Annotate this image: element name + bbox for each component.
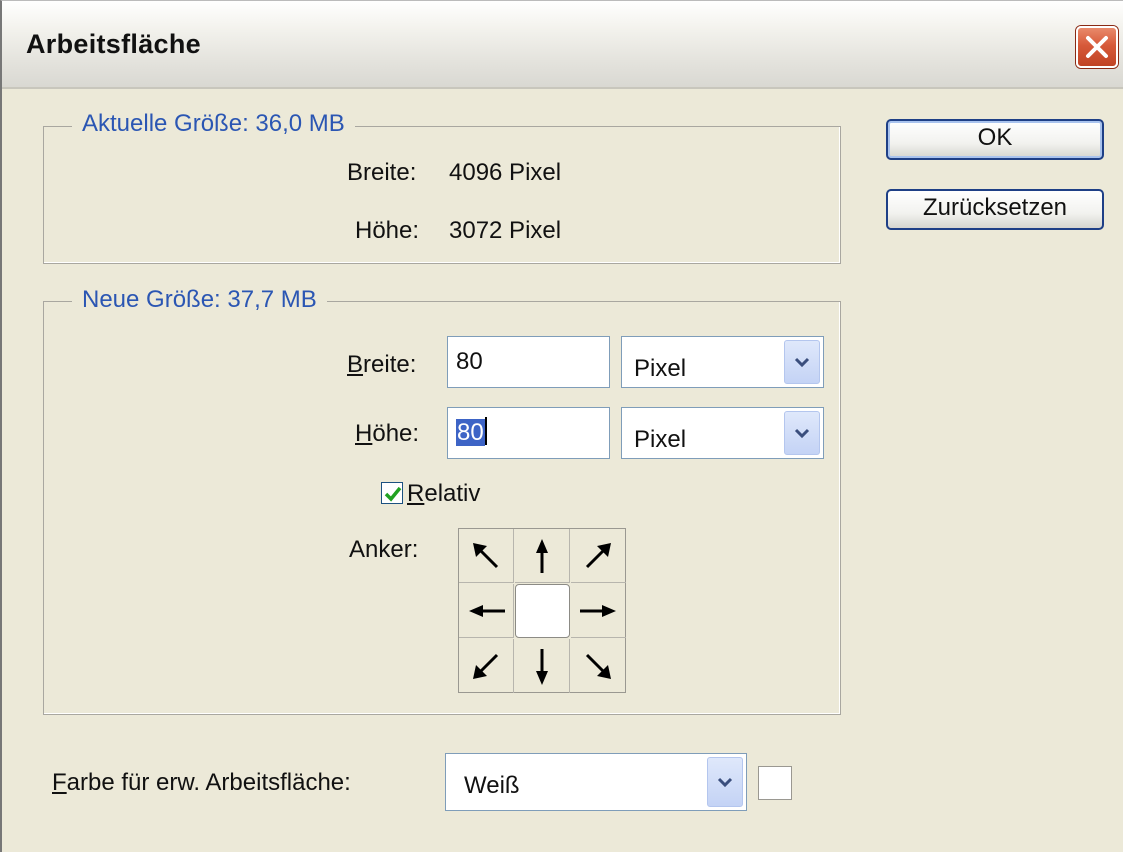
title-bar[interactable]: Arbeitsfläche bbox=[2, 1, 1123, 89]
anchor-bottom-left[interactable] bbox=[459, 639, 514, 693]
relative-label[interactable]: Relativ bbox=[407, 480, 480, 508]
arrow-down-icon bbox=[536, 649, 548, 685]
arrow-up-left-icon bbox=[473, 543, 499, 569]
anchor-grid[interactable] bbox=[458, 528, 626, 693]
chevron-down-icon bbox=[794, 428, 810, 439]
arrow-left-icon bbox=[469, 605, 505, 617]
current-size-legend: Aktuelle Größe: 36,0 MB bbox=[72, 110, 355, 138]
anchor-right[interactable] bbox=[571, 584, 626, 638]
chevron-down-icon bbox=[717, 777, 733, 788]
checkmark-icon bbox=[384, 486, 402, 502]
extension-color-swatch[interactable] bbox=[758, 766, 792, 800]
new-size-legend: Neue Größe: 37,7 MB bbox=[72, 286, 327, 314]
close-button[interactable] bbox=[1076, 26, 1118, 68]
current-height-value: 3072 Pixel bbox=[449, 217, 562, 244]
extension-color-select[interactable]: Weiß bbox=[445, 753, 747, 811]
new-height-label: Höhe: bbox=[355, 420, 420, 447]
dialog-title: Arbeitsfläche bbox=[26, 29, 201, 59]
height-unit-select[interactable]: Pixel bbox=[621, 407, 824, 459]
anchor-top-right[interactable] bbox=[571, 529, 626, 583]
canvas-size-dialog: Arbeitsfläche OK Zurücksetzen Aktuelle G… bbox=[0, 0, 1123, 852]
new-width-input[interactable]: 80 bbox=[447, 336, 610, 388]
new-height-input[interactable]: 80 bbox=[447, 407, 610, 459]
current-width-label: Breite: bbox=[347, 159, 417, 186]
anchor-top-left[interactable] bbox=[459, 529, 514, 583]
arrow-right-icon bbox=[580, 605, 616, 617]
new-width-label: Breite: bbox=[347, 351, 417, 378]
extension-color-label: Farbe für erw. Arbeitsfläche: bbox=[52, 769, 351, 796]
extension-color-dropdown-button[interactable] bbox=[707, 757, 743, 807]
text-caret bbox=[484, 417, 487, 445]
close-icon bbox=[1086, 36, 1108, 58]
anchor-left[interactable] bbox=[459, 584, 514, 638]
reset-button[interactable]: Zurücksetzen bbox=[886, 189, 1104, 230]
width-unit-dropdown-button[interactable] bbox=[784, 340, 820, 384]
anchor-bottom[interactable] bbox=[515, 639, 570, 693]
anchor-center[interactable] bbox=[515, 584, 570, 638]
relative-checkbox[interactable] bbox=[381, 482, 403, 504]
current-width-value: 4096 Pixel bbox=[449, 159, 562, 186]
arrow-up-right-icon bbox=[585, 543, 611, 569]
height-unit-dropdown-button[interactable] bbox=[784, 411, 820, 455]
chevron-down-icon bbox=[794, 357, 810, 368]
arrow-up-icon bbox=[536, 539, 548, 573]
current-height-label: Höhe: bbox=[355, 217, 420, 244]
arrow-down-left-icon bbox=[473, 653, 499, 679]
anchor-bottom-right[interactable] bbox=[571, 639, 626, 693]
width-unit-select[interactable]: Pixel bbox=[621, 336, 824, 388]
ok-button[interactable]: OK bbox=[886, 119, 1104, 160]
arrow-down-right-icon bbox=[585, 653, 611, 679]
current-size-group bbox=[43, 126, 841, 264]
anchor-top[interactable] bbox=[515, 529, 570, 583]
anchor-label: Anker: bbox=[349, 536, 419, 563]
